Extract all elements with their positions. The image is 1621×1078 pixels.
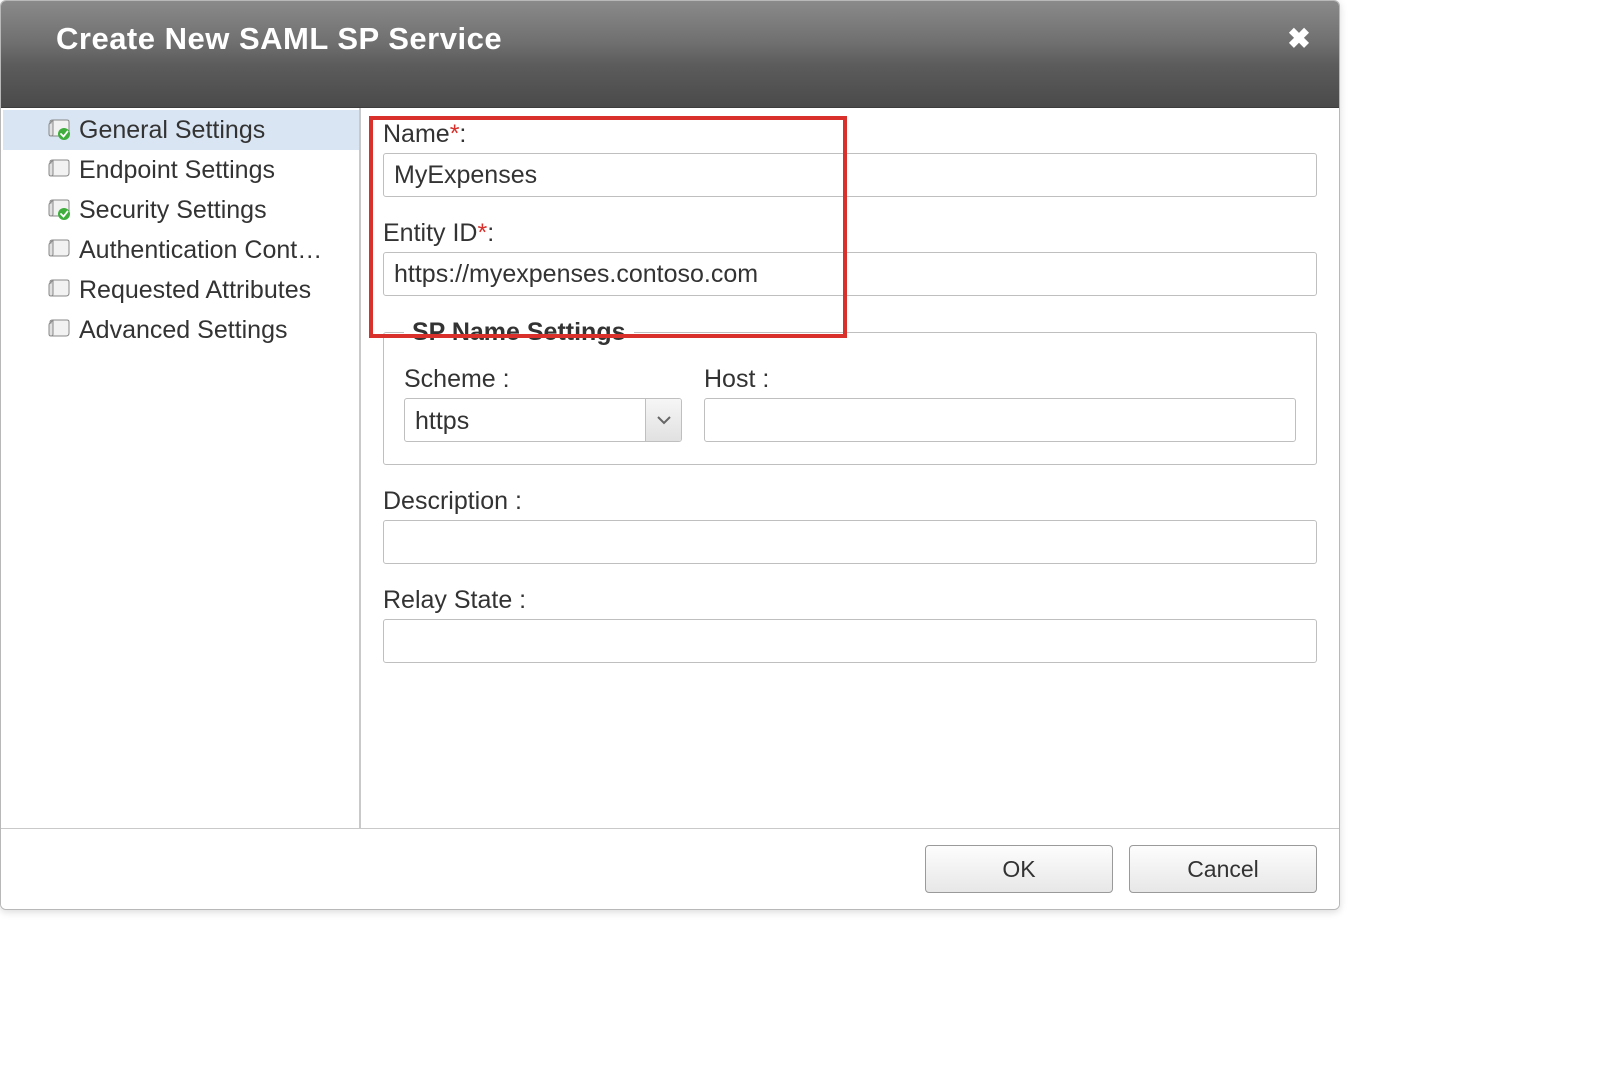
form-area: Name*: Entity ID*: SP Name Settings Sche… — [361, 108, 1339, 828]
sp-name-settings-legend: SP Name Settings — [404, 318, 634, 347]
dialog-title: Create New SAML SP Service — [56, 21, 1309, 57]
sidebar-item-label: Requested Attributes — [79, 276, 311, 305]
scheme-column: Scheme : https — [404, 365, 682, 442]
sp-row: Scheme : https Host : — [404, 365, 1296, 442]
host-label: Host : — [704, 365, 1296, 394]
entity-field-row: Entity ID*: — [369, 219, 1317, 296]
sidebar-item-label: Security Settings — [79, 196, 267, 225]
create-saml-sp-dialog: Create New SAML SP Service ✖ General Set… — [0, 0, 1340, 910]
name-label-text: Name — [383, 120, 450, 148]
chevron-down-icon[interactable] — [645, 399, 681, 441]
sidebar-item-2[interactable]: Security Settings — [3, 190, 359, 230]
sidebar-item-label: Endpoint Settings — [79, 156, 275, 185]
name-field-row: Name*: — [369, 120, 1317, 197]
colon: : — [459, 120, 466, 148]
name-input[interactable] — [383, 153, 1317, 197]
sidebar-item-5[interactable]: Advanced Settings — [3, 310, 359, 350]
scroll-icon — [47, 319, 71, 341]
sidebar: General Settings Endpoint Settings Securit… — [1, 108, 361, 828]
sidebar-item-1[interactable]: Endpoint Settings — [3, 150, 359, 190]
description-label: Description : — [383, 487, 1317, 516]
colon: : — [487, 219, 494, 247]
scroll-icon — [47, 159, 71, 181]
sidebar-item-label: General Settings — [79, 116, 265, 145]
cancel-button[interactable]: Cancel — [1129, 845, 1317, 893]
scroll-check-icon — [47, 119, 71, 141]
scroll-check-icon — [47, 199, 71, 221]
dialog-footer: OK Cancel — [1, 828, 1339, 909]
scheme-label: Scheme : — [404, 365, 682, 394]
required-star: * — [477, 219, 487, 247]
name-label: Name*: — [383, 120, 1317, 149]
relay-field-row: Relay State : — [369, 586, 1317, 663]
scheme-select[interactable]: https — [404, 398, 682, 442]
sidebar-item-label: Advanced Settings — [79, 316, 287, 345]
entity-label-text: Entity ID — [383, 219, 477, 247]
description-field-row: Description : — [369, 487, 1317, 564]
entity-label: Entity ID*: — [383, 219, 1317, 248]
description-input[interactable] — [383, 520, 1317, 564]
sidebar-item-0[interactable]: General Settings — [3, 110, 359, 150]
host-input[interactable] — [704, 398, 1296, 442]
relay-state-label: Relay State : — [383, 586, 1317, 615]
ok-button[interactable]: OK — [925, 845, 1113, 893]
dialog-body: General Settings Endpoint Settings Securit… — [1, 108, 1339, 828]
sidebar-item-4[interactable]: Requested Attributes — [3, 270, 359, 310]
relay-state-input[interactable] — [383, 619, 1317, 663]
dialog-header: Create New SAML SP Service ✖ — [1, 1, 1339, 108]
required-star: * — [450, 120, 460, 148]
host-column: Host : — [704, 365, 1296, 442]
entity-id-input[interactable] — [383, 252, 1317, 296]
sidebar-item-3[interactable]: Authentication Cont… — [3, 230, 359, 270]
close-icon[interactable]: ✖ — [1287, 29, 1311, 53]
sp-name-settings-fieldset: SP Name Settings Scheme : https Host : — [383, 318, 1317, 465]
scroll-icon — [47, 279, 71, 301]
scheme-value: https — [405, 399, 645, 441]
scroll-icon — [47, 239, 71, 261]
sidebar-item-label: Authentication Cont… — [79, 236, 322, 265]
